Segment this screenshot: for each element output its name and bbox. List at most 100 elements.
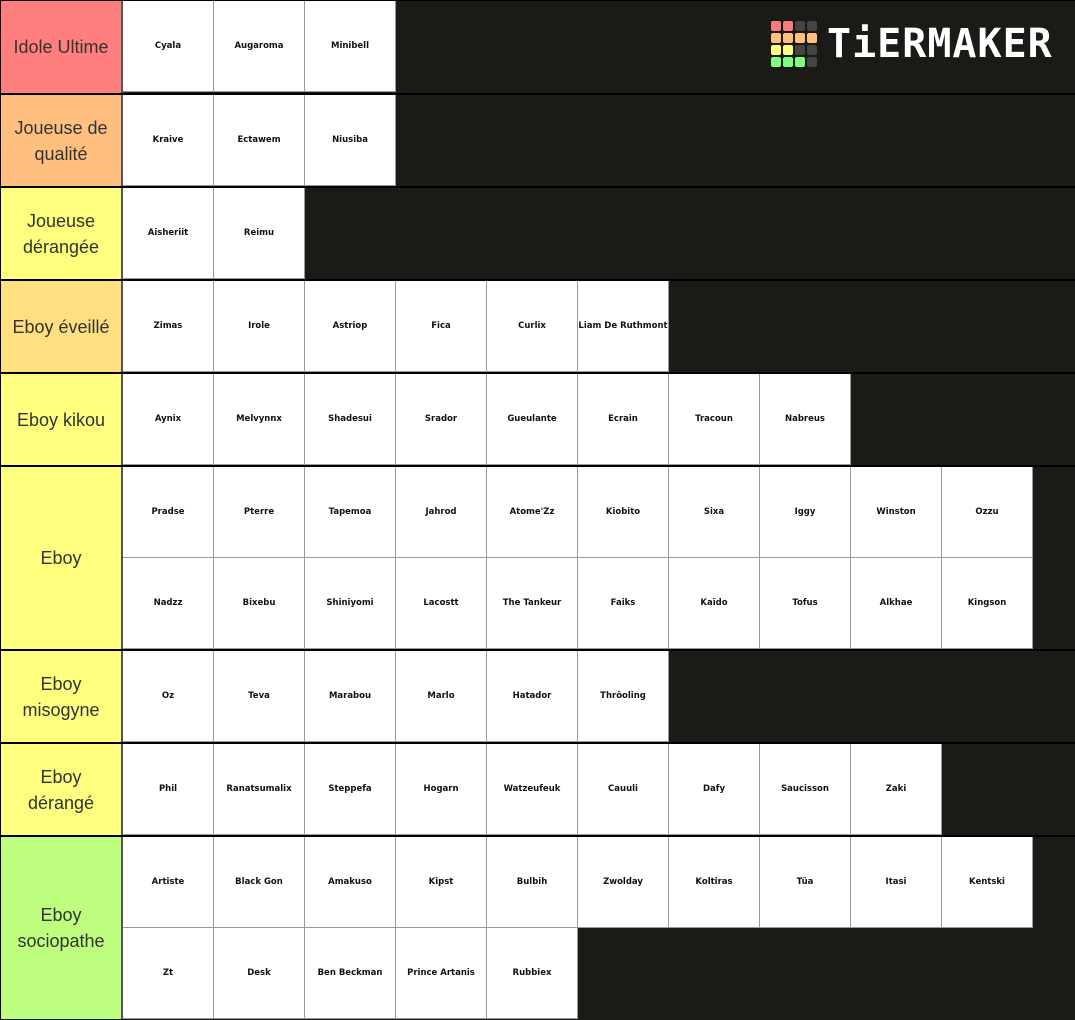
tier-item[interactable]: Desk <box>214 928 305 1019</box>
tier-item[interactable]: Black Gon <box>214 837 305 928</box>
tier-items: Aisheriit Reimu <box>123 188 1075 279</box>
tier-label[interactable]: Eboy misogyne <box>0 651 123 742</box>
tier-label[interactable]: Eboy kikou <box>0 374 123 465</box>
tier-item[interactable]: Steppefa <box>305 744 396 835</box>
tier-item[interactable]: Lacostt <box>396 558 487 649</box>
tier-label[interactable]: Joueuse dérangée <box>0 188 123 279</box>
tier-row: Joueuse dérangée Aisheriit Reimu <box>0 186 1075 279</box>
tier-item[interactable]: Fica <box>396 281 487 372</box>
tier-item[interactable]: Pterre <box>214 467 305 558</box>
tier-item[interactable]: Thrôoling <box>578 651 669 742</box>
tier-item[interactable]: The Tankeur <box>487 558 578 649</box>
logo-cell <box>795 45 805 55</box>
tier-item[interactable]: Ecrain <box>578 374 669 465</box>
tier-item[interactable]: Tofus <box>760 558 851 649</box>
tier-item[interactable]: Rubbiex <box>487 928 578 1019</box>
tier-item[interactable]: Irole <box>214 281 305 372</box>
tier-item[interactable]: Itasi <box>851 837 942 928</box>
tier-item[interactable]: Tüa <box>760 837 851 928</box>
tier-row: Eboy misogyne Oz Teva Marabou Marlo Hatador Th… <box>0 649 1075 742</box>
tier-items: Phil Ranatsumalix Steppefa Hogarn Watzeufeuk… <box>123 744 1075 835</box>
tier-item[interactable]: Artiste <box>123 837 214 928</box>
tier-item[interactable]: Oz <box>123 651 214 742</box>
tier-item[interactable]: Amakuso <box>305 837 396 928</box>
tier-item[interactable]: Kingson <box>942 558 1033 649</box>
tier-item[interactable]: Hogarn <box>396 744 487 835</box>
tier-item[interactable]: Marabou <box>305 651 396 742</box>
tier-item[interactable]: Alkhae <box>851 558 942 649</box>
tier-item[interactable]: Nabreus <box>760 374 851 465</box>
tier-item[interactable]: Zt <box>123 928 214 1019</box>
tier-item[interactable]: Zwolday <box>578 837 669 928</box>
tier-items: Zimas Irole Astriop Fica Curlix Liam De Ruthm… <box>123 281 1075 372</box>
tier-item[interactable]: Gueulante <box>487 374 578 465</box>
logo-cell <box>771 57 781 67</box>
tier-item[interactable]: Kiobito <box>578 467 669 558</box>
tier-label[interactable]: Eboy dérangé <box>0 744 123 835</box>
tier-item[interactable]: Reimu <box>214 188 305 279</box>
tier-item[interactable]: Bixebu <box>214 558 305 649</box>
tier-item[interactable]: Teva <box>214 651 305 742</box>
tier-item[interactable]: Atome'Zz <box>487 467 578 558</box>
tier-item[interactable]: Jahrod <box>396 467 487 558</box>
tier-item[interactable]: Dafy <box>669 744 760 835</box>
tier-item[interactable]: Tracoun <box>669 374 760 465</box>
tier-item[interactable]: Faiks <box>578 558 669 649</box>
tier-item[interactable]: Aynix <box>123 374 214 465</box>
tier-item[interactable]: Marlo <box>396 651 487 742</box>
logo-cell <box>795 33 805 43</box>
tier-item[interactable]: Ectawem <box>214 95 305 186</box>
tier-item[interactable]: Phil <box>123 744 214 835</box>
tier-item[interactable]: Minibell <box>305 1 396 92</box>
tier-item[interactable]: Cauuli <box>578 744 669 835</box>
tier-list-board: Idole Ultime Cyala Augaroma Minibell Joueuse… <box>0 0 1075 1019</box>
tier-item[interactable]: Augaroma <box>214 1 305 92</box>
tier-item[interactable]: Prince Artanis <box>396 928 487 1019</box>
tier-item[interactable]: Kraive <box>123 95 214 186</box>
tiermaker-logo: TiERMAKER <box>771 20 1053 68</box>
tier-item[interactable]: Pradse <box>123 467 214 558</box>
tier-item[interactable]: Srador <box>396 374 487 465</box>
tier-item[interactable]: Ben Beckman <box>305 928 396 1019</box>
tier-row: Eboy dérangé Phil Ranatsumalix Steppefa Hoga… <box>0 742 1075 835</box>
tier-item[interactable]: Winston <box>851 467 942 558</box>
tier-item[interactable]: Ranatsumalix <box>214 744 305 835</box>
tier-item[interactable]: Ozzu <box>942 467 1033 558</box>
tier-item[interactable]: Curlix <box>487 281 578 372</box>
tier-label[interactable]: Eboy éveillé <box>0 281 123 372</box>
tier-row: Eboy Pradse Pterre Tapemoa Jahrod Atome'Zz Kio… <box>0 465 1075 649</box>
tier-row: Eboy éveillé Zimas Irole Astriop Fica Curlix L… <box>0 279 1075 372</box>
tier-item[interactable]: Iggy <box>760 467 851 558</box>
tier-item[interactable]: Zimas <box>123 281 214 372</box>
tier-item[interactable]: Liam De Ruthmont <box>578 281 669 372</box>
tier-item[interactable]: Saucisson <box>760 744 851 835</box>
tier-label[interactable]: Idole Ultime <box>0 1 123 93</box>
tier-item[interactable]: Tapemoa <box>305 467 396 558</box>
logo-cell <box>807 33 817 43</box>
tier-item[interactable]: Shadesui <box>305 374 396 465</box>
tier-item[interactable]: Bulbih <box>487 837 578 928</box>
tier-item[interactable]: Aisheriit <box>123 188 214 279</box>
tier-item[interactable]: Niusiba <box>305 95 396 186</box>
tier-item[interactable]: Koltiras <box>669 837 760 928</box>
tier-item[interactable]: Kaïdo <box>669 558 760 649</box>
tier-items: Aynix Melvynnx Shadesui Srador Gueulante Ecra… <box>123 374 1075 465</box>
tier-item[interactable]: Astriop <box>305 281 396 372</box>
tier-label[interactable]: Joueuse de qualité <box>0 95 123 186</box>
logo-cell <box>783 45 793 55</box>
tier-item[interactable]: Zaki <box>851 744 942 835</box>
logo-cell <box>783 21 793 31</box>
logo-cell <box>783 57 793 67</box>
tier-item[interactable]: Kipst <box>396 837 487 928</box>
tier-items: Artiste Black Gon Amakuso Kipst Bulbih Zwolda… <box>123 837 1075 1019</box>
tier-item[interactable]: Watzeufeuk <box>487 744 578 835</box>
tier-item[interactable]: Nadzz <box>123 558 214 649</box>
tier-item[interactable]: Melvynnx <box>214 374 305 465</box>
tier-item[interactable]: Kentski <box>942 837 1033 928</box>
tier-label[interactable]: Eboy <box>0 467 123 649</box>
tier-item[interactable]: Sixa <box>669 467 760 558</box>
tier-item[interactable]: Shiniyomi <box>305 558 396 649</box>
tier-label[interactable]: Eboy sociopathe <box>0 837 123 1019</box>
tier-item[interactable]: Hatador <box>487 651 578 742</box>
tier-item[interactable]: Cyala <box>123 1 214 92</box>
